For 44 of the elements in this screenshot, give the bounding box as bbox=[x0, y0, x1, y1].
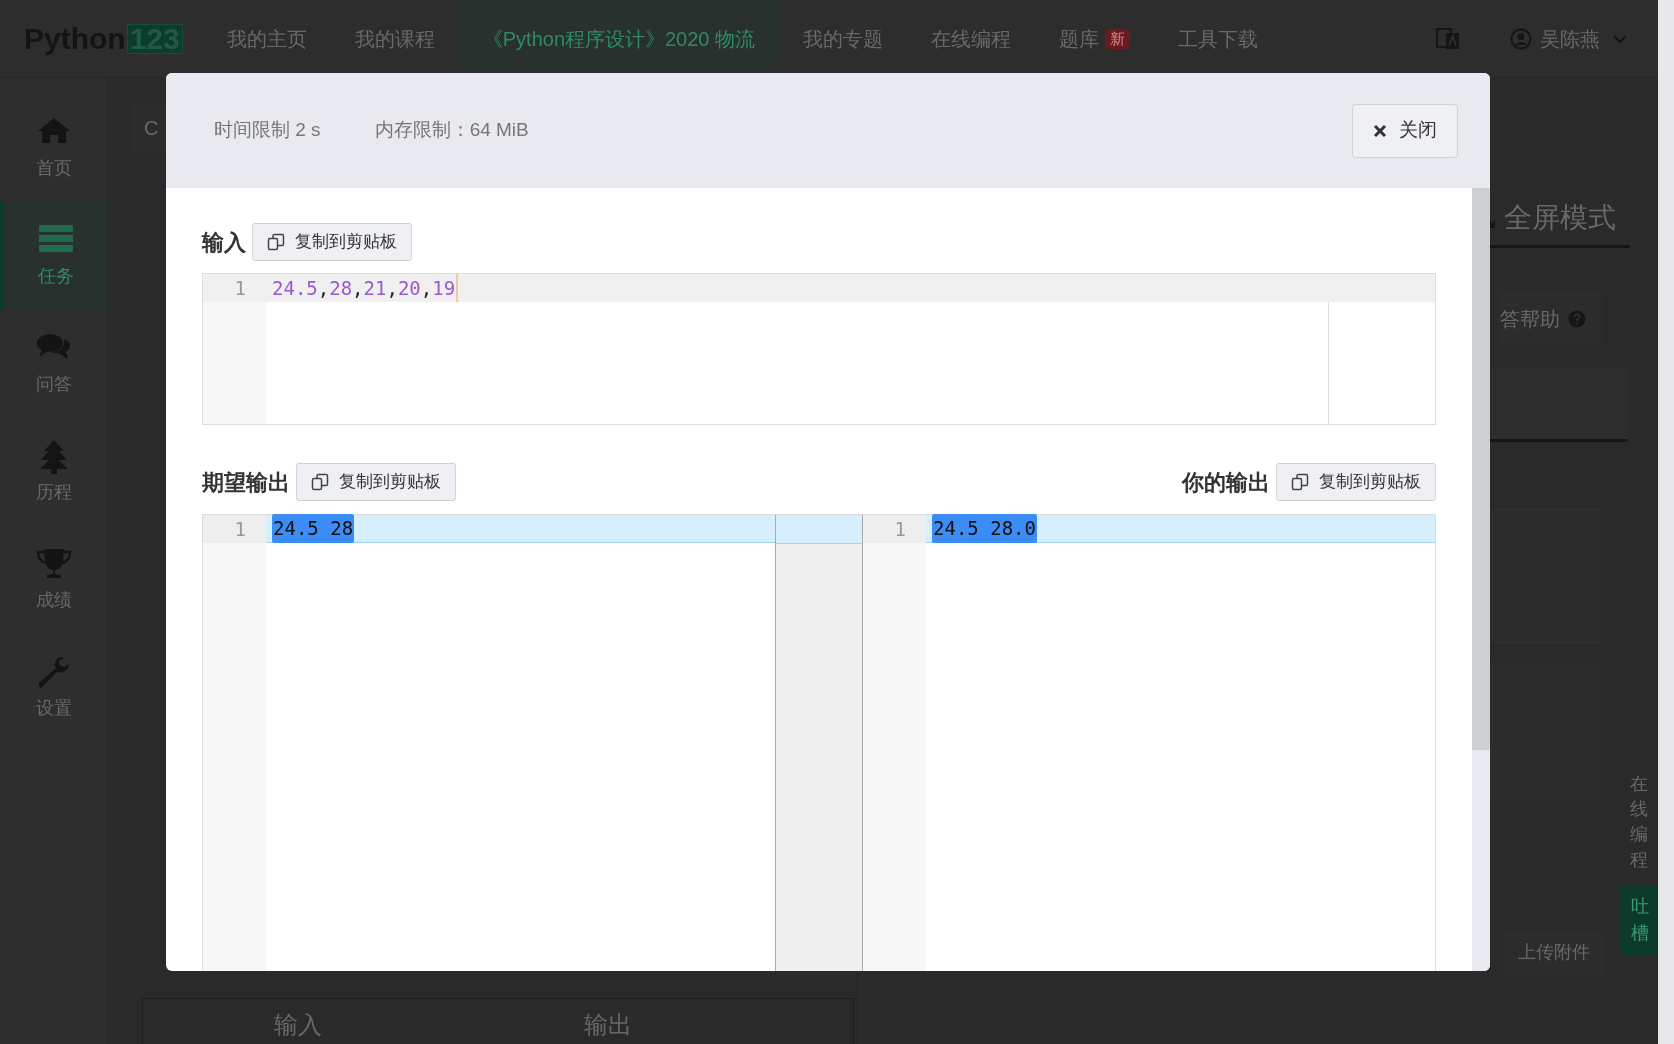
question-icon bbox=[1568, 310, 1586, 328]
nav-link[interactable]: 我的专题 bbox=[779, 0, 908, 77]
nav-link[interactable]: 题库 新 bbox=[1035, 0, 1155, 77]
panel-tab[interactable]: 输出 bbox=[584, 1013, 632, 1044]
user-name[interactable]: 吴陈燕 bbox=[1540, 23, 1600, 54]
diff-pane[interactable]: 1 24.5 28.0 bbox=[863, 515, 1435, 971]
copy-icon bbox=[267, 233, 285, 251]
new-badge: 新 bbox=[1105, 28, 1131, 49]
code-editor[interactable]: 1 24.5,28,21,20,19 bbox=[202, 273, 1436, 425]
page-scrollbar[interactable] bbox=[1658, 0, 1674, 1044]
sidebar-item[interactable]: 任务 bbox=[0, 202, 107, 310]
sidebar-item[interactable]: 首页 bbox=[0, 94, 107, 202]
line-number: 1 bbox=[234, 275, 246, 301]
sidebar-item[interactable]: 历程 bbox=[0, 418, 107, 526]
section-title: 期望输出 bbox=[202, 468, 290, 497]
section-title: 输入 bbox=[202, 228, 246, 257]
line-number: 1 bbox=[894, 516, 906, 542]
time-limit: 时间限制 2 s bbox=[214, 118, 321, 143]
sidebar-item[interactable]: 设置 bbox=[0, 634, 107, 742]
sidebar-item[interactable]: 问答 bbox=[0, 310, 107, 418]
code-line: 24.5,28,21,20,19 bbox=[272, 273, 459, 303]
online-coding-link[interactable]: 在线编程 bbox=[1630, 772, 1650, 873]
line-number: 1 bbox=[234, 516, 246, 542]
nav-link[interactable]: 我的主页 bbox=[202, 0, 331, 77]
copy-button[interactable]: 复制到剪贴板 bbox=[252, 223, 412, 261]
memory-limit: 内存限制：64 MiB bbox=[374, 118, 529, 143]
nav-link[interactable]: 工具下载 bbox=[1154, 0, 1283, 77]
nav-link[interactable]: 我的课程 bbox=[330, 0, 459, 77]
user-icon bbox=[1510, 27, 1532, 50]
copy-icon bbox=[1291, 473, 1309, 491]
copy-button[interactable]: 复制到剪贴板 bbox=[296, 463, 456, 501]
copy-icon bbox=[311, 473, 329, 491]
feedback-button[interactable]: 吐槽 bbox=[1620, 884, 1660, 955]
chevron-down-icon bbox=[1612, 33, 1628, 44]
scrollbar-thumb[interactable] bbox=[1472, 188, 1490, 750]
close-icon bbox=[1373, 123, 1387, 138]
section-title: 你的输出 bbox=[1182, 468, 1270, 497]
panel-tab[interactable]: 输入 bbox=[274, 1013, 322, 1044]
copy-button[interactable]: 复制到剪贴板 bbox=[1276, 463, 1436, 501]
diff-pane[interactable]: 1 24.5 28 bbox=[203, 515, 775, 971]
close-button[interactable]: 关闭 bbox=[1352, 103, 1458, 158]
sidebar-item[interactable]: 成绩 bbox=[0, 526, 107, 634]
nav-link[interactable]: 在线编程 bbox=[907, 0, 1036, 77]
card-label: C bbox=[144, 116, 159, 141]
